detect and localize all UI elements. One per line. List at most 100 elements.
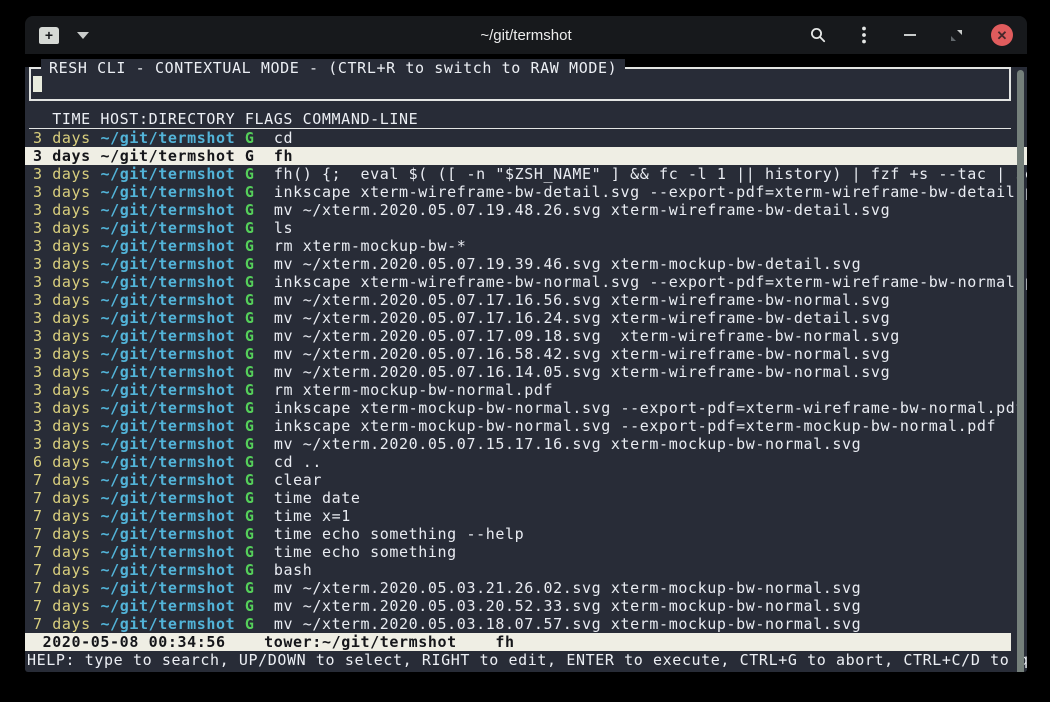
history-row[interactable]: 3 days ~/git/termshot G inkscape xterm-m… [25,399,1027,417]
history-row[interactable]: 3 days ~/git/termshot G inkscape xterm-m… [25,417,1027,435]
history-row[interactable]: 3 days ~/git/termshot G mv ~/xterm.2020.… [25,435,1027,453]
restore-button[interactable] [945,24,967,46]
history-row[interactable]: 3 days ~/git/termshot G rm xterm-mockup-… [25,381,1027,399]
row-command: mv ~/xterm.2020.05.07.19.48.26.svg xterm… [274,201,890,219]
restore-icon [950,29,963,42]
row-directory: ~/git/termshot [100,327,235,345]
history-row[interactable]: 3 days ~/git/termshot G mv ~/xterm.2020.… [25,345,1027,363]
scrollbar[interactable] [1017,70,1024,672]
row-time: 7 days [33,579,91,597]
row-flags: G [245,237,255,255]
row-time: 3 days [33,363,91,381]
row-command: cd .. [274,453,322,471]
history-row[interactable]: 3 days ~/git/termshot G mv ~/xterm.2020.… [25,291,1027,309]
row-directory: ~/git/termshot [100,147,235,165]
row-directory: ~/git/termshot [100,201,235,219]
row-command: mv ~/xterm.2020.05.07.19.39.46.svg xterm… [274,255,861,273]
history-row[interactable]: 3 days ~/git/termshot G mv ~/xterm.2020.… [25,309,1027,327]
new-tab-button[interactable]: + [39,27,59,44]
row-command: mv ~/xterm.2020.05.07.17.16.56.svg xterm… [274,291,890,309]
row-flags: G [245,507,255,525]
row-directory: ~/git/termshot [100,345,235,363]
row-time: 3 days [33,165,91,183]
close-button[interactable]: ✕ [991,24,1013,46]
history-row[interactable]: 3 days ~/git/termshot G rm xterm-mockup-… [25,237,1027,255]
history-row[interactable]: 7 days ~/git/termshot G clear [25,471,1027,489]
row-command: mv ~/xterm.2020.05.07.17.09.18.svg xterm… [274,327,900,345]
row-command: inkscape xterm-wireframe-bw-normal.svg -… [274,273,1027,291]
history-row[interactable]: 3 days ~/git/termshot G mv ~/xterm.2020.… [25,201,1027,219]
row-directory: ~/git/termshot [100,543,235,561]
close-icon: ✕ [997,29,1008,42]
row-command: mv ~/xterm.2020.05.03.20.52.33.svg xterm… [274,597,861,615]
history-row[interactable]: 3 days ~/git/termshot G inkscape xterm-w… [25,183,1027,201]
row-directory: ~/git/termshot [100,183,235,201]
history-row[interactable]: 7 days ~/git/termshot G time date [25,489,1027,507]
row-command: mv ~/xterm.2020.05.07.17.16.24.svg xterm… [274,309,890,327]
row-directory: ~/git/termshot [100,471,235,489]
row-directory: ~/git/termshot [100,255,235,273]
row-command: bash [274,561,313,579]
row-time: 7 days [33,525,91,543]
row-command: fh [274,147,293,165]
history-column-header: TIME HOST:DIRECTORY FLAGS COMMAND-LINE [29,110,1011,129]
history-row[interactable]: 3 days ~/git/termshot G mv ~/xterm.2020.… [25,363,1027,381]
history-row[interactable]: 3 days ~/git/termshot G fh [25,147,1027,165]
row-time: 3 days [33,291,91,309]
row-time: 3 days [33,435,91,453]
history-row[interactable]: 3 days ~/git/termshot G cd [25,129,1027,147]
row-flags: G [245,435,255,453]
resh-box-title: RESH CLI - CONTEXTUAL MODE - (CTRL+R to … [41,59,625,77]
row-directory: ~/git/termshot [100,525,235,543]
row-directory: ~/git/termshot [100,417,235,435]
row-command: ls [274,219,293,237]
search-button[interactable] [807,24,829,46]
row-time: 7 days [33,471,91,489]
menu-button[interactable] [853,24,875,46]
status-command: fh [495,633,514,651]
titlebar: + ~/git/termshot [25,16,1027,54]
row-command: mv ~/xterm.2020.05.07.15.17.16.svg xterm… [274,435,861,453]
history-row[interactable]: 7 days ~/git/termshot G mv ~/xterm.2020.… [25,597,1027,615]
row-time: 3 days [33,183,91,201]
row-flags: G [245,201,255,219]
history-row[interactable]: 7 days ~/git/termshot G mv ~/xterm.2020.… [25,579,1027,597]
row-flags: G [245,273,255,291]
row-time: 6 days [33,453,91,471]
row-flags: G [245,219,255,237]
history-row[interactable]: 3 days ~/git/termshot G mv ~/xterm.2020.… [25,327,1027,345]
row-time: 7 days [33,543,91,561]
row-time: 7 days [33,489,91,507]
row-flags: G [245,345,255,363]
row-flags: G [245,453,255,471]
history-row[interactable]: 3 days ~/git/termshot G inkscape xterm-w… [25,273,1027,291]
history-row[interactable]: 7 days ~/git/termshot G mv ~/xterm.2020.… [25,615,1027,633]
resh-search-box[interactable]: RESH CLI - CONTEXTUAL MODE - (CTRL+R to … [29,67,1011,101]
history-row[interactable]: 7 days ~/git/termshot G bash [25,561,1027,579]
row-flags: G [245,147,255,165]
row-directory: ~/git/termshot [100,507,235,525]
row-command: time echo something --help [274,525,524,543]
history-row[interactable]: 3 days ~/git/termshot G fh() {; eval $( … [25,165,1027,183]
row-flags: G [245,129,255,147]
minimize-button[interactable] [899,24,921,46]
row-command: mv ~/xterm.2020.05.03.21.26.02.svg xterm… [274,579,861,597]
history-row[interactable]: 3 days ~/git/termshot G ls [25,219,1027,237]
chevron-down-icon[interactable] [77,32,89,39]
history-row[interactable]: 7 days ~/git/termshot G time echo someth… [25,543,1027,561]
row-flags: G [245,525,255,543]
row-command: time echo something [274,543,457,561]
status-bar: 2020-05-08 00:34:56 tower:~/git/termshot… [25,633,1011,651]
search-icon [809,26,827,44]
history-row[interactable]: 7 days ~/git/termshot G time x=1 [25,507,1027,525]
history-row[interactable]: 6 days ~/git/termshot G cd .. [25,453,1027,471]
row-time: 3 days [33,327,91,345]
row-command: time x=1 [274,507,351,525]
history-row[interactable]: 3 days ~/git/termshot G mv ~/xterm.2020.… [25,255,1027,273]
row-flags: G [245,561,255,579]
row-command: rm xterm-mockup-bw-* [274,237,467,255]
row-directory: ~/git/termshot [100,219,235,237]
history-row[interactable]: 7 days ~/git/termshot G time echo someth… [25,525,1027,543]
row-flags: G [245,255,255,273]
row-command: time date [274,489,361,507]
